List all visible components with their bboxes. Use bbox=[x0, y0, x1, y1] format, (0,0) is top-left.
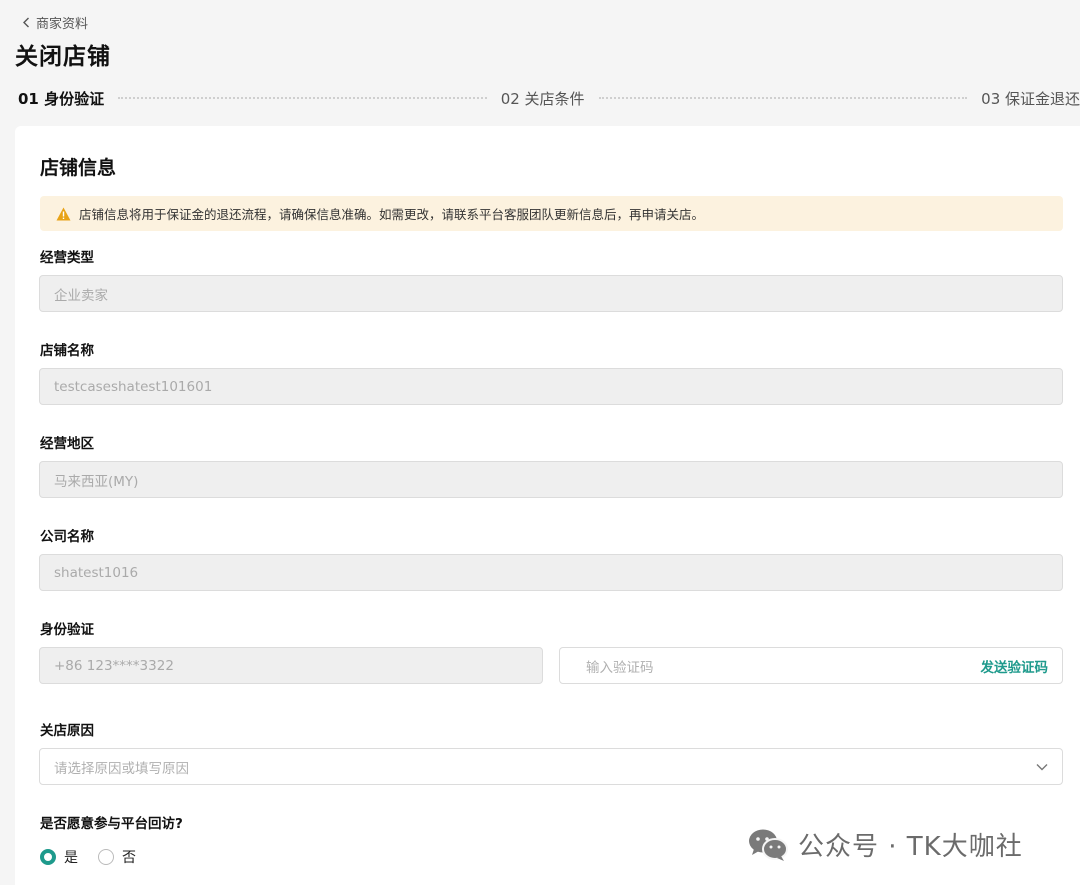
chevron-down-icon bbox=[1036, 763, 1048, 770]
revisit-label: 是否愿意参与平台回访? bbox=[40, 816, 183, 832]
shop-info-card: 店铺信息 店铺信息将用于保证金的退还流程，请确保信息准确。如需更改，请联系平台客… bbox=[15, 126, 1080, 885]
company-name-label: 公司名称 bbox=[40, 529, 94, 545]
step-identity-verification: 01 身份验证 bbox=[18, 89, 105, 108]
step-indicator: 01 身份验证 02 关店条件 03 保证金退还 bbox=[18, 86, 1080, 110]
notice-text: 店铺信息将用于保证金的退还流程，请确保信息准确。如需更改，请联系平台客服团队更新… bbox=[79, 207, 705, 222]
page-title: 关闭店铺 bbox=[15, 44, 111, 70]
back-link[interactable]: 商家资料 bbox=[22, 13, 88, 32]
step-deposit-refund: 03 保证金退还 bbox=[981, 89, 1080, 108]
revisit-yes-label: 是 bbox=[64, 850, 78, 866]
revisit-yes-option[interactable]: 是 bbox=[40, 847, 78, 867]
step-close-conditions: 02 关店条件 bbox=[500, 89, 585, 108]
company-name-field: shatest1016 bbox=[39, 554, 1063, 591]
notice-banner: 店铺信息将用于保证金的退还流程，请确保信息准确。如需更改，请联系平台客服团队更新… bbox=[40, 196, 1063, 231]
radio-unchecked-icon[interactable] bbox=[98, 849, 114, 865]
back-link-label: 商家资料 bbox=[36, 17, 89, 32]
phone-field: +86 123****3322 bbox=[39, 647, 543, 684]
business-type-field: 企业卖家 bbox=[39, 275, 1063, 312]
wechat-icon bbox=[749, 829, 788, 861]
section-title: 店铺信息 bbox=[40, 157, 117, 179]
warning-icon bbox=[56, 207, 71, 220]
close-reason-select[interactable]: 请选择原因或填写原因 bbox=[39, 748, 1063, 785]
step-divider bbox=[118, 97, 487, 99]
chevron-left-icon bbox=[23, 17, 29, 28]
send-code-button[interactable]: 发送验证码 bbox=[981, 656, 1049, 676]
revisit-no-option[interactable]: 否 bbox=[98, 847, 136, 867]
watermark-text: 公众号 · TK大咖社 bbox=[798, 832, 1023, 862]
business-type-label: 经营类型 bbox=[40, 250, 94, 266]
verification-code-placeholder: 输入验证码 bbox=[586, 659, 654, 676]
region-label: 经营地区 bbox=[40, 436, 94, 452]
step-divider bbox=[598, 97, 968, 99]
close-reason-placeholder: 请选择原因或填写原因 bbox=[54, 760, 189, 777]
shop-name-field: testcaseshatest101601 bbox=[39, 368, 1063, 405]
close-reason-label: 关店原因 bbox=[40, 723, 94, 739]
close-shop-page: 商家资料 关闭店铺 01 身份验证 02 关店条件 03 保证金退还 店铺信息 … bbox=[0, 0, 1080, 885]
region-field: 马来西亚(MY) bbox=[39, 461, 1063, 498]
verification-code-input[interactable]: 输入验证码 发送验证码 bbox=[559, 647, 1063, 684]
revisit-radio-group: 是 否 bbox=[40, 847, 156, 867]
watermark: 公众号 · TK大咖社 bbox=[748, 826, 1023, 863]
verification-label: 身份验证 bbox=[40, 622, 94, 638]
shop-name-label: 店铺名称 bbox=[40, 343, 94, 359]
revisit-no-label: 否 bbox=[122, 850, 136, 866]
radio-checked-icon[interactable] bbox=[40, 849, 56, 865]
